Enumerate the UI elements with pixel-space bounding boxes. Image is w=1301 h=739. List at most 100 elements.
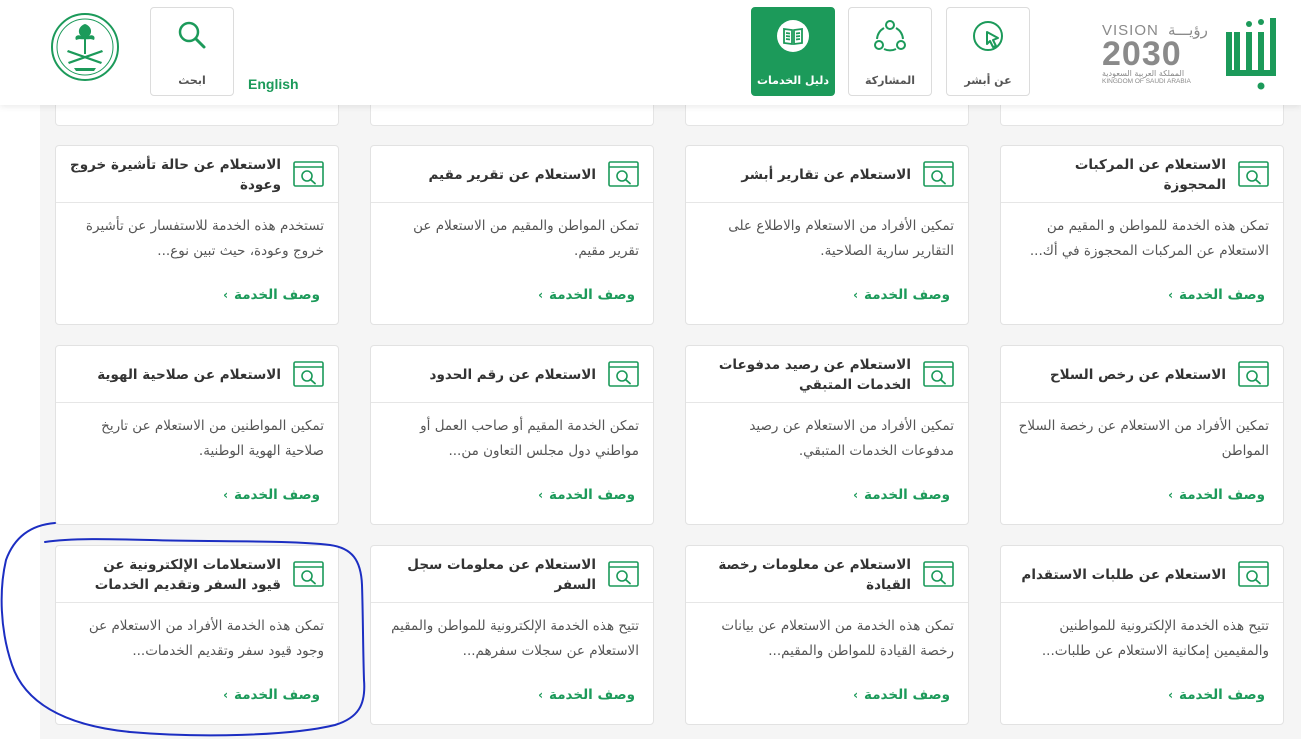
nav-services-guide[interactable]: دليل الخدمات bbox=[751, 7, 835, 96]
service-card-description: تمكين الأفراد من الاستعلام عن رخصة السلا… bbox=[1018, 418, 1269, 459]
service-description-link[interactable]: وصف الخدمة › bbox=[1168, 487, 1265, 503]
service-card-description: تمكين الأفراد من الاستعلام عن رصيد مدفوع… bbox=[749, 418, 954, 459]
service-description-link[interactable]: وصف الخدمة › bbox=[538, 287, 635, 303]
service-card[interactable]: الاستعلام عن طلبات الاستقدام تتيح هذه ال… bbox=[1000, 545, 1284, 725]
service-description-link[interactable]: وصف الخدمة › bbox=[538, 487, 635, 503]
service-description-link-label: وصف الخدمة bbox=[549, 687, 635, 703]
service-description-link[interactable]: وصف الخدمة › bbox=[538, 687, 635, 703]
english-language-link[interactable]: English bbox=[248, 76, 299, 92]
service-description-link[interactable]: وصف الخدمة › bbox=[853, 287, 950, 303]
service-search-icon bbox=[923, 561, 954, 587]
chevron-left-icon: › bbox=[538, 488, 544, 502]
nav-about-label: عن أبشر bbox=[964, 74, 1012, 87]
service-card-title[interactable]: الاستعلام عن طلبات الاستقدام bbox=[1015, 546, 1226, 603]
service-description-link-label: وصف الخدمة bbox=[864, 687, 950, 703]
vision-2030-logo: VISION رؤيـــة 2030 المملكة العربية السع… bbox=[1102, 20, 1214, 94]
site-header: VISION رؤيـــة 2030 المملكة العربية السع… bbox=[0, 0, 1301, 105]
service-card-title[interactable]: الاستعلام عن رقم الحدود bbox=[385, 346, 596, 403]
service-card-header: الاستعلام عن معلومات رخصة القيادة bbox=[686, 546, 968, 603]
nav-participation-label: المشاركة bbox=[865, 74, 915, 87]
service-card-description: تمكن المواطن والمقيم من الاستعلام عن تقر… bbox=[413, 218, 639, 259]
service-search-icon bbox=[1238, 561, 1269, 587]
service-description-link[interactable]: وصف الخدمة › bbox=[853, 687, 950, 703]
service-search-icon bbox=[293, 361, 324, 387]
service-card-description: تمكين المواطنين من الاستعلام عن تاريخ صل… bbox=[101, 418, 324, 459]
service-description-link-label: وصف الخدمة bbox=[1179, 687, 1265, 703]
service-card[interactable]: الاستعلام عن معلومات رخصة القيادة تمكن ه… bbox=[685, 545, 969, 725]
service-description-link[interactable]: وصف الخدمة › bbox=[223, 687, 320, 703]
service-card-header: الاستعلام عن طلبات الاستقدام bbox=[1001, 546, 1283, 603]
service-search-icon bbox=[608, 361, 639, 387]
chevron-left-icon: › bbox=[223, 488, 229, 502]
chevron-left-icon: › bbox=[223, 288, 229, 302]
search-label: ابحث bbox=[178, 74, 206, 87]
search-button[interactable]: ابحث bbox=[150, 7, 234, 96]
service-card-description: تمكن هذه الخدمة من الاستعلام عن بيانات ر… bbox=[721, 618, 954, 659]
service-card-title[interactable]: الاستعلام عن تقارير أبشر bbox=[700, 146, 911, 203]
search-icon bbox=[178, 21, 206, 49]
service-card-description: تتيح هذه الخدمة الإلكترونية للمواطنين وا… bbox=[1041, 618, 1269, 659]
service-description-link[interactable]: وصف الخدمة › bbox=[223, 287, 320, 303]
service-card[interactable]: الاستعلام عن رصيد مدفوعات الخدمات المتبق… bbox=[685, 345, 969, 525]
service-card-description: تستخدم هذه الخدمة للاستفسار عن تأشيرة خر… bbox=[85, 218, 324, 259]
service-card-header: الاستعلام عن حالة تأشيرة خروج وعودة bbox=[56, 146, 338, 203]
saudi-emblem-logo[interactable] bbox=[50, 12, 120, 82]
chevron-left-icon: › bbox=[853, 688, 859, 702]
service-card-title[interactable]: الاستعلام عن معلومات رخصة القيادة bbox=[700, 546, 911, 603]
service-card-header: الاستعلام عن تقرير مقيم bbox=[371, 146, 653, 203]
service-search-icon bbox=[293, 561, 324, 587]
service-card[interactable]: الاستعلام عن رقم الحدود تمكن الخدمة المق… bbox=[370, 345, 654, 525]
service-description-link[interactable]: وصف الخدمة › bbox=[223, 487, 320, 503]
nav-about-absher[interactable]: عن أبشر bbox=[946, 7, 1030, 96]
service-card-header: الاستعلام عن صلاحية الهوية bbox=[56, 346, 338, 403]
service-search-icon bbox=[608, 161, 639, 187]
service-card-header: الاستعلام عن معلومات سجل السفر bbox=[371, 546, 653, 603]
service-card-description: تمكن هذه الخدمة الأفراد من الاستعلام عن … bbox=[88, 618, 324, 659]
service-card[interactable]: الاستعلام عن تقارير أبشر تمكين الأفراد م… bbox=[685, 145, 969, 325]
service-card-title[interactable]: الاستعلام عن صلاحية الهوية bbox=[70, 346, 281, 403]
service-description-link[interactable]: وصف الخدمة › bbox=[1168, 687, 1265, 703]
service-card[interactable]: الاستعلام عن تقرير مقيم تمكن المواطن وال… bbox=[370, 145, 654, 325]
service-card[interactable]: الاستعلام عن المركبات المحجوزة تمكن هذه … bbox=[1000, 145, 1284, 325]
service-description-link-label: وصف الخدمة bbox=[1179, 487, 1265, 503]
service-card[interactable]: الاستعلام عن رخص السلاح تمكين الأفراد من… bbox=[1000, 345, 1284, 525]
service-card-header: الاستعلام عن رخص السلاح bbox=[1001, 346, 1283, 403]
service-card-title[interactable]: الاستعلام عن تقرير مقيم bbox=[385, 146, 596, 203]
chevron-left-icon: › bbox=[538, 688, 544, 702]
service-search-icon bbox=[293, 161, 324, 187]
absher-logo[interactable] bbox=[1222, 14, 1282, 96]
service-card-title[interactable]: الاستعلام عن رصيد مدفوعات الخدمات المتبق… bbox=[700, 346, 911, 403]
absher-logo-icon bbox=[1226, 18, 1276, 90]
chevron-left-icon: › bbox=[538, 288, 544, 302]
service-card-title[interactable]: الاستعلام عن معلومات سجل السفر bbox=[385, 546, 596, 603]
service-description-link-label: وصف الخدمة bbox=[1179, 287, 1265, 303]
service-card-title[interactable]: الاستعلامات الإلكترونية عن قيود السفر وت… bbox=[70, 546, 281, 603]
service-card-description: تمكين الأفراد من الاستعلام والاطلاع على … bbox=[728, 218, 954, 259]
vision-kingdom-ar: المملكة العربية السعودية bbox=[1102, 69, 1185, 78]
service-description-link-label: وصف الخدمة bbox=[549, 287, 635, 303]
service-card-title[interactable]: الاستعلام عن رخص السلاح bbox=[1015, 346, 1226, 403]
service-card[interactable]: الاستعلام عن حالة تأشيرة خروج وعودة تستخ… bbox=[55, 145, 339, 325]
service-card[interactable]: الاستعلام عن صلاحية الهوية تمكين المواطن… bbox=[55, 345, 339, 525]
nav-services-guide-label: دليل الخدمات bbox=[756, 74, 830, 87]
saudi-emblem-icon bbox=[51, 13, 119, 81]
service-card-description: تمكن هذه الخدمة للمواطن و المقيم من الاس… bbox=[1029, 218, 1269, 259]
cursor-icon bbox=[973, 21, 1003, 51]
service-card-title[interactable]: الاستعلام عن المركبات المحجوزة bbox=[1015, 146, 1226, 203]
service-card-header: الاستعلام عن تقارير أبشر bbox=[686, 146, 968, 203]
service-card-header: الاستعلام عن رقم الحدود bbox=[371, 346, 653, 403]
service-card[interactable]: الاستعلام عن معلومات سجل السفر تتيح هذه … bbox=[370, 545, 654, 725]
service-card-title[interactable]: الاستعلام عن حالة تأشيرة خروج وعودة bbox=[70, 146, 281, 203]
service-card[interactable]: الاستعلامات الإلكترونية عن قيود السفر وت… bbox=[55, 545, 339, 725]
service-description-link[interactable]: وصف الخدمة › bbox=[853, 487, 950, 503]
chevron-left-icon: › bbox=[1168, 688, 1174, 702]
chevron-left-icon: › bbox=[1168, 288, 1174, 302]
service-description-link-label: وصف الخدمة bbox=[864, 487, 950, 503]
service-search-icon bbox=[923, 361, 954, 387]
service-search-icon bbox=[1238, 161, 1269, 187]
nav-participation[interactable]: المشاركة bbox=[848, 7, 932, 96]
network-icon bbox=[874, 20, 906, 52]
vision-year: 2030 bbox=[1102, 35, 1182, 73]
book-icon bbox=[777, 20, 809, 52]
service-description-link[interactable]: وصف الخدمة › bbox=[1168, 287, 1265, 303]
